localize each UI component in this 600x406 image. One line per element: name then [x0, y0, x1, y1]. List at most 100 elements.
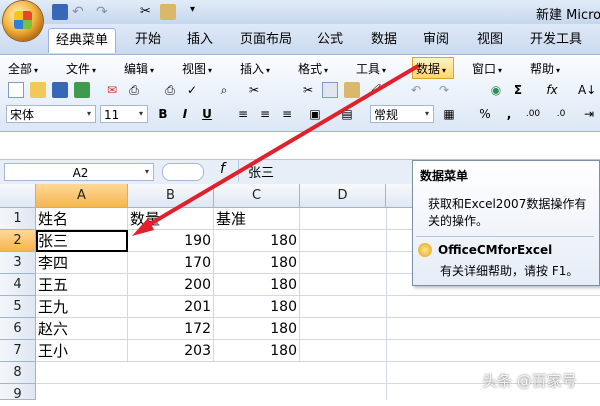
cut-icon[interactable]: ✂ [246, 82, 262, 98]
redo-icon[interactable]: ↷ [96, 4, 112, 20]
menu-help[interactable]: 帮助 ▾ [530, 60, 560, 77]
decrease-decimal-icon[interactable]: .0 [552, 105, 570, 123]
comma-button[interactable]: , [500, 105, 518, 123]
tab-page-layout[interactable]: 页面布局 [234, 28, 298, 52]
tab-data[interactable]: 数据 [362, 28, 406, 52]
menu-window[interactable]: 窗口 ▾ [472, 60, 502, 77]
undo-icon[interactable]: ↶ [72, 4, 88, 20]
format-painter-icon[interactable]: ✂ [140, 4, 156, 20]
menu-insert[interactable]: 插入 ▾ [240, 60, 270, 77]
autosum-icon[interactable]: Σ [510, 82, 526, 98]
cell-b7[interactable]: 203 [128, 340, 214, 362]
cell-b6[interactable]: 172 [128, 318, 214, 340]
cell-a4[interactable]: 王五 [36, 274, 128, 296]
cell-b3[interactable]: 170 [128, 252, 214, 274]
research-icon[interactable]: ⌕ [216, 82, 232, 98]
font-size-select[interactable]: 11 ▾ [100, 105, 148, 123]
email-icon[interactable]: ✉ [104, 82, 120, 98]
bold-button[interactable]: B [154, 105, 172, 123]
increase-decimal-icon[interactable]: .00 [524, 105, 542, 123]
menu-all[interactable]: 全部 ▾ [8, 60, 38, 77]
open-folder-icon[interactable] [30, 82, 46, 98]
format-brush-icon[interactable]: 🖌 [366, 82, 382, 98]
align-right-icon[interactable]: ≡ [278, 105, 296, 123]
column-header-b[interactable]: B [128, 184, 214, 208]
cell-c4[interactable]: 180 [214, 274, 300, 296]
row-header-7[interactable]: 7 [0, 340, 36, 362]
cut-toolbar-icon[interactable]: ✂ [300, 82, 316, 98]
tab-review[interactable]: 审阅 [416, 28, 456, 52]
tab-classic-menu[interactable]: 经典菜单 [48, 28, 116, 53]
formula-bar-grip[interactable] [162, 163, 204, 181]
hyperlink-icon[interactable]: ◉ [488, 82, 504, 98]
cell-c6[interactable]: 180 [214, 318, 300, 340]
cell-c3[interactable]: 180 [214, 252, 300, 274]
row-header-4[interactable]: 4 [0, 274, 36, 296]
column-header-c[interactable]: C [214, 184, 300, 208]
permission-icon[interactable] [74, 82, 90, 98]
formula-input[interactable]: 张三 [248, 162, 274, 181]
cell-c7[interactable]: 180 [214, 340, 300, 362]
align-left-icon[interactable]: ≡ [234, 105, 252, 123]
print-preview-icon[interactable]: ⎙ [126, 82, 142, 98]
new-file-icon[interactable] [8, 82, 24, 98]
copy-icon[interactable] [322, 82, 338, 98]
office-button[interactable] [3, 1, 43, 41]
cell-a5[interactable]: 王九 [36, 296, 128, 318]
select-all-corner[interactable] [0, 184, 36, 208]
spelling-icon[interactable]: ✓ [184, 82, 200, 98]
tab-developer[interactable]: 开发工具 [524, 28, 588, 52]
menu-file[interactable]: 文件 ▾ [66, 60, 96, 77]
menu-view[interactable]: 视图 ▾ [182, 60, 212, 77]
undo-toolbar-icon[interactable]: ↶ [408, 82, 424, 98]
name-box[interactable]: A2 ▾ [4, 163, 154, 181]
row-header-1[interactable]: 1 [0, 208, 36, 230]
row-header-9[interactable]: 9 [0, 384, 36, 402]
cell-a2-selected[interactable]: 张三 [36, 230, 128, 252]
redo-toolbar-icon[interactable]: ↷ [436, 82, 452, 98]
menu-data[interactable]: 数据 ▾ [416, 60, 446, 77]
cell-c2[interactable]: 180 [214, 230, 300, 252]
currency-icon[interactable]: ▤ [338, 105, 356, 123]
merge-center-icon[interactable]: ▣ [306, 105, 324, 123]
font-name-select[interactable]: 宋体 ▾ [6, 105, 96, 123]
cell-a3[interactable]: 李四 [36, 252, 128, 274]
number-format-select[interactable]: 常规 ▾ [370, 105, 434, 123]
insert-function-icon[interactable]: fx [544, 82, 560, 98]
tab-insert[interactable]: 插入 [178, 28, 222, 52]
cell-a6[interactable]: 赵六 [36, 318, 128, 340]
paste-icon[interactable] [160, 4, 176, 20]
tab-view[interactable]: 视图 [468, 28, 512, 52]
cell-c5[interactable]: 180 [214, 296, 300, 318]
row-header-2[interactable]: 2 [0, 230, 36, 252]
percent-button[interactable]: % [476, 105, 494, 123]
cell-b2[interactable]: 190 [128, 230, 214, 252]
row-header-8[interactable]: 8 [0, 362, 36, 384]
save-toolbar-icon[interactable] [52, 82, 68, 98]
menu-format[interactable]: 格式 ▾ [298, 60, 328, 77]
row-header-5[interactable]: 5 [0, 296, 36, 318]
menu-tools[interactable]: 工具 ▾ [356, 60, 386, 77]
cell-a1[interactable]: 姓名 [36, 208, 128, 230]
column-header-a[interactable]: A [36, 184, 128, 208]
paste-toolbar-icon[interactable] [344, 82, 360, 98]
print-icon[interactable]: ⎙ [162, 82, 178, 98]
cell-b1[interactable]: 数量 [128, 208, 214, 230]
accounting-icon[interactable]: ▦ [440, 105, 458, 123]
italic-button[interactable]: I [176, 105, 194, 123]
tab-home[interactable]: 开始 [126, 28, 170, 52]
row-header-3[interactable]: 3 [0, 252, 36, 274]
cell-b4[interactable]: 200 [128, 274, 214, 296]
menu-edit[interactable]: 编辑 ▾ [124, 60, 154, 77]
tab-formulas[interactable]: 公式 [310, 28, 350, 52]
insert-function-button[interactable]: f [220, 161, 225, 177]
row-header-6[interactable]: 6 [0, 318, 36, 340]
column-header-d[interactable]: D [300, 184, 386, 208]
customize-quick-access-icon[interactable]: ▾ [190, 4, 206, 20]
indent-icon[interactable]: ⇥ [580, 105, 598, 123]
underline-button[interactable]: U [198, 105, 216, 123]
cell-a7[interactable]: 王小 [36, 340, 128, 362]
sort-ascending-icon[interactable]: A↓ [578, 82, 596, 98]
cell-c1[interactable]: 基准 [214, 208, 300, 230]
save-icon[interactable] [52, 4, 68, 20]
